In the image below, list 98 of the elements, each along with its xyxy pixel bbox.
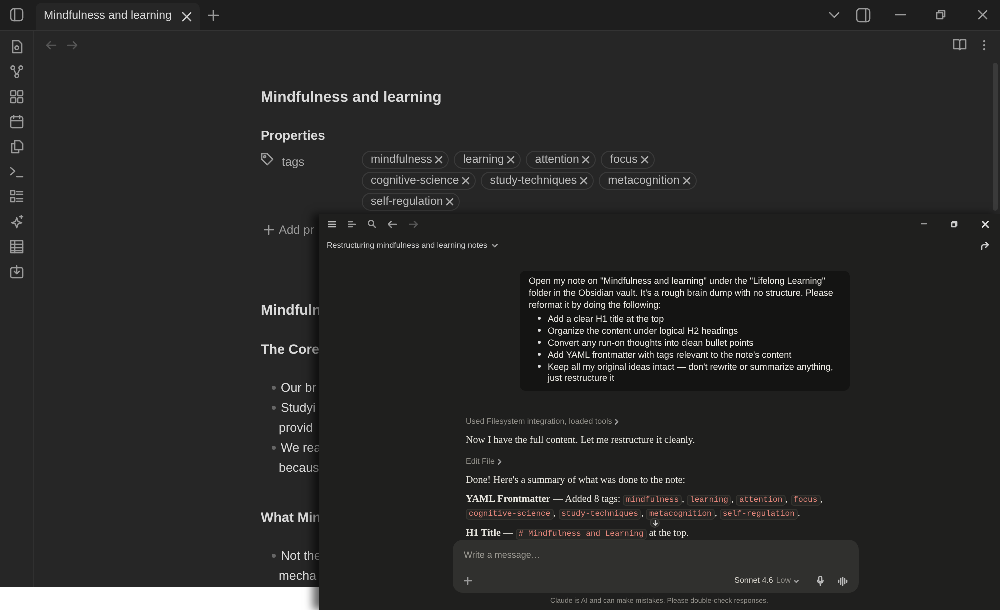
property-name: tags bbox=[282, 154, 305, 171]
bullet-text: provid bbox=[279, 420, 314, 437]
scrollbar[interactable] bbox=[993, 63, 998, 211]
add-property-button[interactable]: Add pr bbox=[264, 221, 314, 239]
close-icon[interactable] bbox=[978, 10, 988, 20]
message-text: Open my note on "Mindfulness and learning" under the "Lifelong Learning" folder in the Obsidian vault. It's a rough brain dump with no structure. Please reformat it by doing the following: bbox=[529, 276, 834, 312]
tag-label: study-techniques bbox=[490, 174, 578, 188]
list-icon[interactable] bbox=[10, 190, 24, 204]
tag[interactable]: learning bbox=[454, 151, 522, 169]
close-icon[interactable] bbox=[462, 177, 470, 185]
caret-icon bbox=[794, 580, 799, 582]
close-icon[interactable] bbox=[182, 12, 192, 22]
file-search-icon[interactable] bbox=[10, 40, 24, 54]
tool-use-link[interactable]: Edit File bbox=[466, 456, 502, 468]
chevron-right-icon bbox=[498, 459, 502, 466]
bullet-icon bbox=[272, 446, 276, 450]
tag-label: mindfulness bbox=[371, 153, 432, 167]
graph-icon[interactable] bbox=[10, 65, 24, 79]
download-icon[interactable] bbox=[10, 265, 24, 279]
plus-icon bbox=[264, 225, 274, 235]
restore-icon[interactable] bbox=[951, 220, 958, 228]
tag-label: focus bbox=[610, 153, 638, 167]
restore-icon[interactable] bbox=[936, 10, 946, 20]
chevron-down-icon bbox=[492, 244, 498, 248]
tag-label: cognitive-science bbox=[371, 174, 460, 188]
back-arrow-icon[interactable] bbox=[388, 220, 397, 228]
close-icon[interactable] bbox=[682, 177, 691, 185]
response-text: Done! Here's a summary of what was done to the note: bbox=[466, 474, 687, 488]
close-icon[interactable] bbox=[582, 156, 590, 164]
voice-waveform-icon[interactable] bbox=[838, 576, 848, 586]
bullet-icon bbox=[272, 406, 276, 410]
tag-label: learning bbox=[463, 153, 504, 167]
tag-label: attention bbox=[535, 153, 580, 167]
close-icon[interactable] bbox=[446, 198, 454, 206]
bullet-icon bbox=[272, 554, 276, 558]
plus-icon[interactable] bbox=[464, 577, 472, 585]
response-text: Now I have the full content. Let me restructure it cleanly. bbox=[466, 434, 696, 448]
list-item: Add a clear H1 title at the top bbox=[548, 314, 664, 326]
menu-icon[interactable] bbox=[328, 220, 336, 228]
close-icon[interactable] bbox=[435, 156, 444, 164]
book-icon[interactable] bbox=[953, 39, 967, 51]
tool-use-link[interactable]: Used Filesystem integration, loaded tools bbox=[466, 416, 620, 428]
note-subheading: The Core bbox=[261, 340, 320, 359]
search-icon[interactable] bbox=[368, 220, 376, 228]
list-item: Add YAML frontmatter with tags relevant to the note's content bbox=[548, 350, 792, 362]
sidebar-icon[interactable] bbox=[348, 220, 356, 228]
list-item: Organize the content under logical H2 headings bbox=[548, 326, 738, 338]
model-selector[interactable]: Sonnet 4.6 Low bbox=[734, 575, 799, 587]
list-item: Convert any run-on thoughts into clean bullet points bbox=[548, 338, 754, 350]
bullet-icon bbox=[538, 329, 541, 332]
chevron-right-icon bbox=[615, 419, 620, 426]
sparkles-icon[interactable] bbox=[10, 215, 24, 229]
close-icon[interactable] bbox=[507, 156, 516, 164]
tag[interactable]: self-regulation bbox=[362, 193, 460, 211]
share-arrow-icon[interactable] bbox=[981, 242, 989, 250]
tag-label: self-regulation bbox=[371, 195, 444, 209]
calendar-icon[interactable] bbox=[10, 115, 24, 129]
new-tab-icon[interactable] bbox=[208, 10, 219, 20]
tag-icon bbox=[261, 153, 274, 166]
copy-icon[interactable] bbox=[10, 140, 24, 154]
right-sidebar-icon[interactable] bbox=[856, 8, 871, 22]
microphone-icon[interactable] bbox=[817, 576, 824, 586]
tag[interactable]: attention bbox=[526, 151, 596, 169]
bullet-text: becaus bbox=[279, 460, 320, 477]
message-input[interactable]: Write a message… bbox=[464, 549, 664, 562]
tag[interactable]: mindfulness bbox=[362, 151, 450, 169]
close-icon[interactable] bbox=[640, 156, 649, 164]
bullet-icon bbox=[538, 364, 541, 368]
tag[interactable]: metacognition bbox=[599, 172, 697, 190]
properties-heading: Properties bbox=[261, 126, 326, 145]
note-title: Mindfulness and learning bbox=[261, 88, 443, 108]
close-icon[interactable] bbox=[580, 177, 588, 185]
bullet-text: Studyi bbox=[281, 400, 316, 417]
tag[interactable]: study-techniques bbox=[481, 172, 594, 190]
chevron-down-icon[interactable] bbox=[829, 12, 840, 18]
bullet-icon bbox=[272, 386, 276, 390]
down-arrow-icon bbox=[652, 520, 658, 526]
tag[interactable]: focus bbox=[601, 151, 655, 169]
tab[interactable]: Mindfulness and learning bbox=[36, 3, 200, 30]
more-icon[interactable] bbox=[983, 40, 986, 50]
bullet-text: Our br bbox=[281, 380, 316, 397]
sidebar-toggle-icon[interactable] bbox=[10, 8, 24, 22]
terminal-icon[interactable] bbox=[10, 165, 24, 179]
tag[interactable]: cognitive-science bbox=[362, 172, 476, 190]
grid-icon[interactable] bbox=[10, 90, 24, 104]
bullet-icon bbox=[538, 340, 541, 344]
note-heading: Mindfuln bbox=[261, 302, 322, 321]
bullet-icon bbox=[538, 317, 541, 320]
minimize-icon[interactable] bbox=[921, 223, 927, 225]
scroll-down-button[interactable] bbox=[650, 518, 660, 528]
conversation-title[interactable]: Restructuring mindfulness and learning notes bbox=[327, 240, 498, 252]
bullet-icon bbox=[538, 352, 541, 356]
tag-label: metacognition bbox=[608, 174, 680, 188]
response-text: YAML Frontmatter — Added 8 tags: mindfulness , learning , attention , focus , cognitive-science , study-techniques , metacognition , self-regulation . bbox=[466, 493, 824, 522]
table-icon[interactable] bbox=[10, 240, 24, 254]
minimize-icon[interactable] bbox=[895, 14, 906, 16]
bullet-text: mecha bbox=[279, 568, 317, 585]
list-item: Keep all my original ideas intact — don't rewrite or summarize anything, just restructure it bbox=[548, 362, 834, 386]
